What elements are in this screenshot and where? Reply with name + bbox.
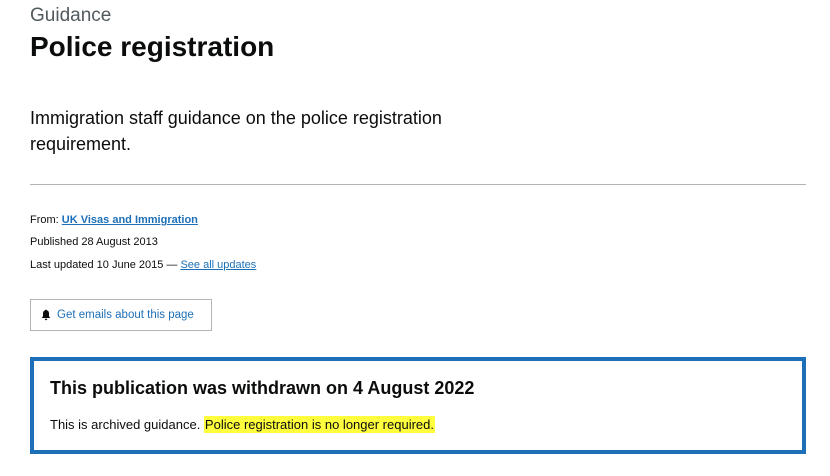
withdrawn-notice: This publication was withdrawn on 4 Augu… [30, 357, 806, 454]
withdrawn-notice-body: This is archived guidance. Police regist… [50, 416, 435, 433]
page-caption: Guidance [30, 5, 112, 26]
metadata-last-updated: Last updated 10 June 2015 — See all upda… [30, 259, 256, 271]
from-organisation-link[interactable]: UK Visas and Immigration [62, 214, 198, 226]
withdrawn-notice-title: This publication was withdrawn on 4 Augu… [50, 378, 475, 398]
see-all-updates-link[interactable]: See all updates [180, 259, 256, 271]
get-emails-label: Get emails about this page [57, 309, 194, 321]
notice-highlighted-text: Police registration is no longer require… [203, 416, 435, 433]
section-divider [30, 184, 806, 185]
metadata-published: Published 28 August 2013 [30, 236, 158, 248]
get-emails-button[interactable]: Get emails about this page [30, 299, 212, 331]
page-summary: Immigration staff guidance on the police… [30, 108, 442, 154]
last-updated-text: Last updated 10 June 2015 — [30, 259, 181, 271]
notice-body-text: This is archived guidance. [50, 417, 204, 432]
from-label: From: [30, 214, 62, 226]
page-title: Police registration [30, 31, 275, 62]
bell-icon [41, 309, 51, 321]
metadata-from: From: UK Visas and Immigration [30, 214, 198, 226]
